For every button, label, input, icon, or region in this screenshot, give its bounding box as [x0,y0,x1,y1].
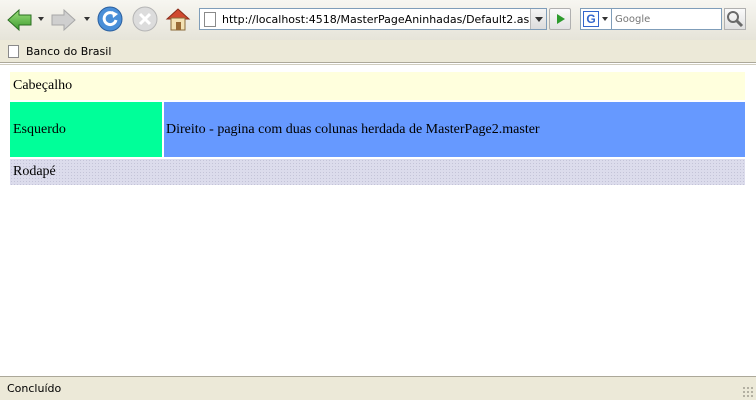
address-dropdown-button[interactable] [530,9,546,29]
chevron-down-icon [602,17,608,21]
google-icon: G [583,11,599,27]
search-input[interactable] [612,8,722,30]
status-text: Concluído [7,382,62,395]
address-bar[interactable]: http://localhost:4518/MasterPageAninhada… [199,8,547,30]
search-engine-selector[interactable]: G [580,8,612,30]
navigation-toolbar: http://localhost:4518/MasterPageAninhada… [0,0,756,40]
left-column-text: Esquerdo [13,121,66,137]
content-row: Esquerdo Direito - pagina com duas colun… [10,102,745,157]
bookmark-banco-do-brasil[interactable]: Banco do Brasil [8,43,111,60]
page-icon [8,45,19,58]
status-bar: Concluído [0,376,756,400]
left-column-cell: Esquerdo [10,102,162,157]
magnifier-icon [727,11,744,28]
go-button[interactable] [549,8,571,30]
bookmark-label: Banco do Brasil [26,45,112,58]
right-column-text: Direito - pagina com duas colunas herdad… [166,121,540,137]
stop-icon[interactable] [131,5,159,37]
back-history-dropdown[interactable] [38,17,44,21]
home-icon[interactable] [164,5,192,37]
page-viewport: Cabeçalho Esquerdo Direito - pagina com … [0,64,756,376]
search-button[interactable] [724,8,746,30]
layout-table: Cabeçalho Esquerdo Direito - pagina com … [10,72,745,185]
reload-icon[interactable] [96,5,124,37]
header-cell: Cabeçalho [10,72,745,100]
address-url[interactable]: http://localhost:4518/MasterPageAninhada… [222,13,543,26]
header-text: Cabeçalho [13,78,73,93]
forward-history-dropdown[interactable] [84,17,90,21]
resize-grip[interactable] [742,386,754,398]
back-arrow-icon[interactable] [5,5,35,39]
footer-cell: Rodapé [10,159,745,185]
right-column-cell: Direito - pagina com duas colunas herdad… [164,102,745,157]
bookmarks-bar: Banco do Brasil [0,40,756,63]
footer-text: Rodapé [13,164,56,179]
page-icon [204,12,216,27]
forward-arrow-icon[interactable] [48,5,78,39]
